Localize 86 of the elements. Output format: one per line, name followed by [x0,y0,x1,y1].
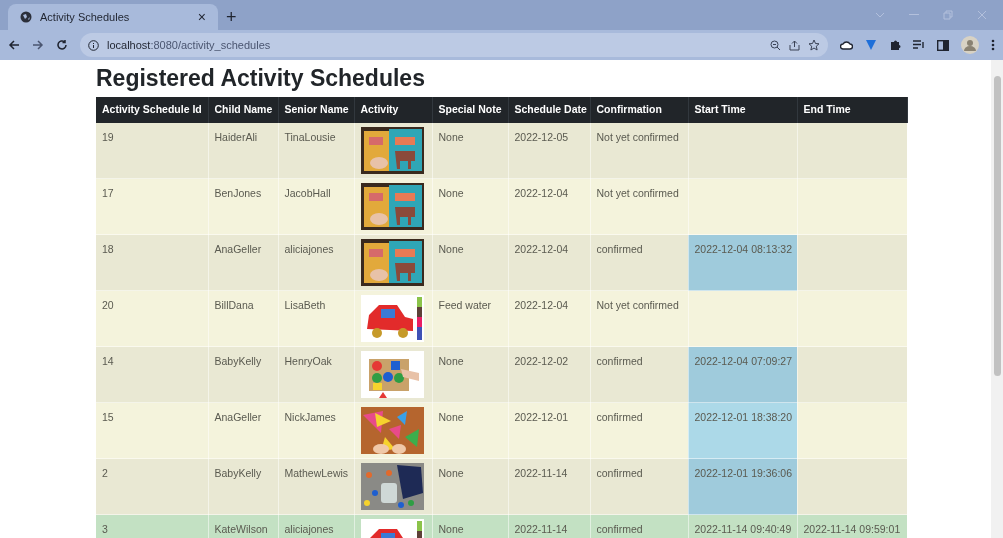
senior-name-cell: aliciajones [284,243,334,255]
note-cell: None [438,467,464,479]
new-tab-button[interactable]: + [226,8,237,26]
senior-name-cell: HenryOak [284,355,332,367]
child-name-cell: BenJones [214,187,262,199]
note-cell: None [438,187,464,199]
start-time-cell: 2022-12-04 08:13:32 [694,243,792,255]
id-cell: 20 [102,299,114,311]
child-name-cell: AnaGeller [214,411,262,423]
confirmation-cell: Not yet confirmed [596,187,679,199]
date-cell: 2022-11-14 [514,467,568,479]
side-panel-icon[interactable] [937,39,949,51]
note-cell: None [438,131,464,143]
id-cell: 14 [102,355,114,367]
start-time-cell: 2022-12-04 07:09:27 [694,355,792,367]
column-header: Child Name [208,97,278,123]
share-icon[interactable] [789,39,800,51]
confirmation-cell: Not yet confirmed [596,131,679,143]
start-time-cell: 2022-12-01 19:36:06 [694,467,792,479]
column-header: Activity [354,97,432,123]
url-text: localhost:8080/activity_schedules [107,37,272,53]
extension-icon[interactable] [865,39,877,51]
note-cell: None [438,411,464,423]
column-header: Schedule Date [508,97,590,123]
zoom-icon[interactable] [770,39,781,51]
child-name-cell: KateWilson [214,523,268,535]
date-cell: 2022-12-04 [514,299,569,311]
column-header: End Time [797,97,907,123]
confirmation-cell: confirmed [596,411,643,423]
column-header: Confirmation [590,97,688,123]
info-icon [88,39,99,51]
confirmation-cell: confirmed [596,523,643,535]
browser-tab[interactable]: Activity Schedules × [8,4,218,30]
date-cell: 2022-11-14 [514,523,568,535]
child-name-cell: HaiderAli [214,131,258,143]
playlist-icon[interactable] [913,40,925,50]
tab-title: Activity Schedules [40,9,131,25]
id-cell: 2 [102,467,108,479]
date-cell: 2022-12-02 [514,355,569,367]
note-cell: None [438,355,464,367]
reload-icon[interactable] [56,39,68,51]
note-cell: None [438,243,464,255]
senior-name-cell: JacobHall [284,187,331,199]
column-header: Special Note [432,97,508,123]
menu-icon[interactable] [991,39,995,51]
senior-name-cell: NickJames [284,411,336,423]
forward-icon[interactable] [32,39,44,51]
end-time-cell: 2022-11-14 09:59:01 [803,523,901,535]
senior-name-cell: MathewLewis [284,467,349,479]
date-cell: 2022-12-01 [514,411,569,423]
avatar-icon[interactable] [961,36,979,54]
id-cell: 17 [102,187,114,199]
senior-name-cell: TinaLousie [284,131,336,143]
id-cell: 15 [102,411,114,423]
puzzle-icon[interactable] [889,39,901,51]
column-header: Start Time [688,97,797,123]
senior-name-cell: LisaBeth [284,299,326,311]
page-title: Registered Activity Schedules [96,64,426,93]
column-header: Activity Schedule Id [96,97,208,123]
back-icon[interactable] [8,39,20,51]
confirmation-cell: confirmed [596,243,643,255]
star-icon[interactable] [808,39,820,51]
close-tab-button[interactable]: × [197,10,206,24]
date-cell: 2022-12-04 [514,187,569,199]
confirmation-cell: confirmed [596,355,643,367]
column-header: Senior Name [278,97,354,123]
scrollbar[interactable] [991,60,1003,538]
globe-icon [20,11,32,23]
id-cell: 18 [102,243,114,255]
confirmation-cell: confirmed [596,467,643,479]
cloud-icon[interactable] [840,40,853,50]
child-name-cell: BabyKelly [214,355,262,367]
start-time-cell: 2022-12-01 18:38:20 [694,411,792,423]
id-cell: 19 [102,131,114,143]
senior-name-cell: aliciajones [284,523,334,535]
id-cell: 3 [102,523,108,535]
start-time-cell: 2022-11-14 09:40:49 [694,523,792,535]
child-name-cell: AnaGeller [214,243,262,255]
address-bar[interactable]: localhost:8080/activity_schedules [80,33,828,57]
date-cell: 2022-12-05 [514,131,569,143]
child-name-cell: BabyKelly [214,467,262,479]
note-cell: None [438,523,464,535]
confirmation-cell: Not yet confirmed [596,299,679,311]
date-cell: 2022-12-04 [514,243,569,255]
child-name-cell: BillDana [214,299,254,311]
note-cell: Feed water [438,299,492,311]
